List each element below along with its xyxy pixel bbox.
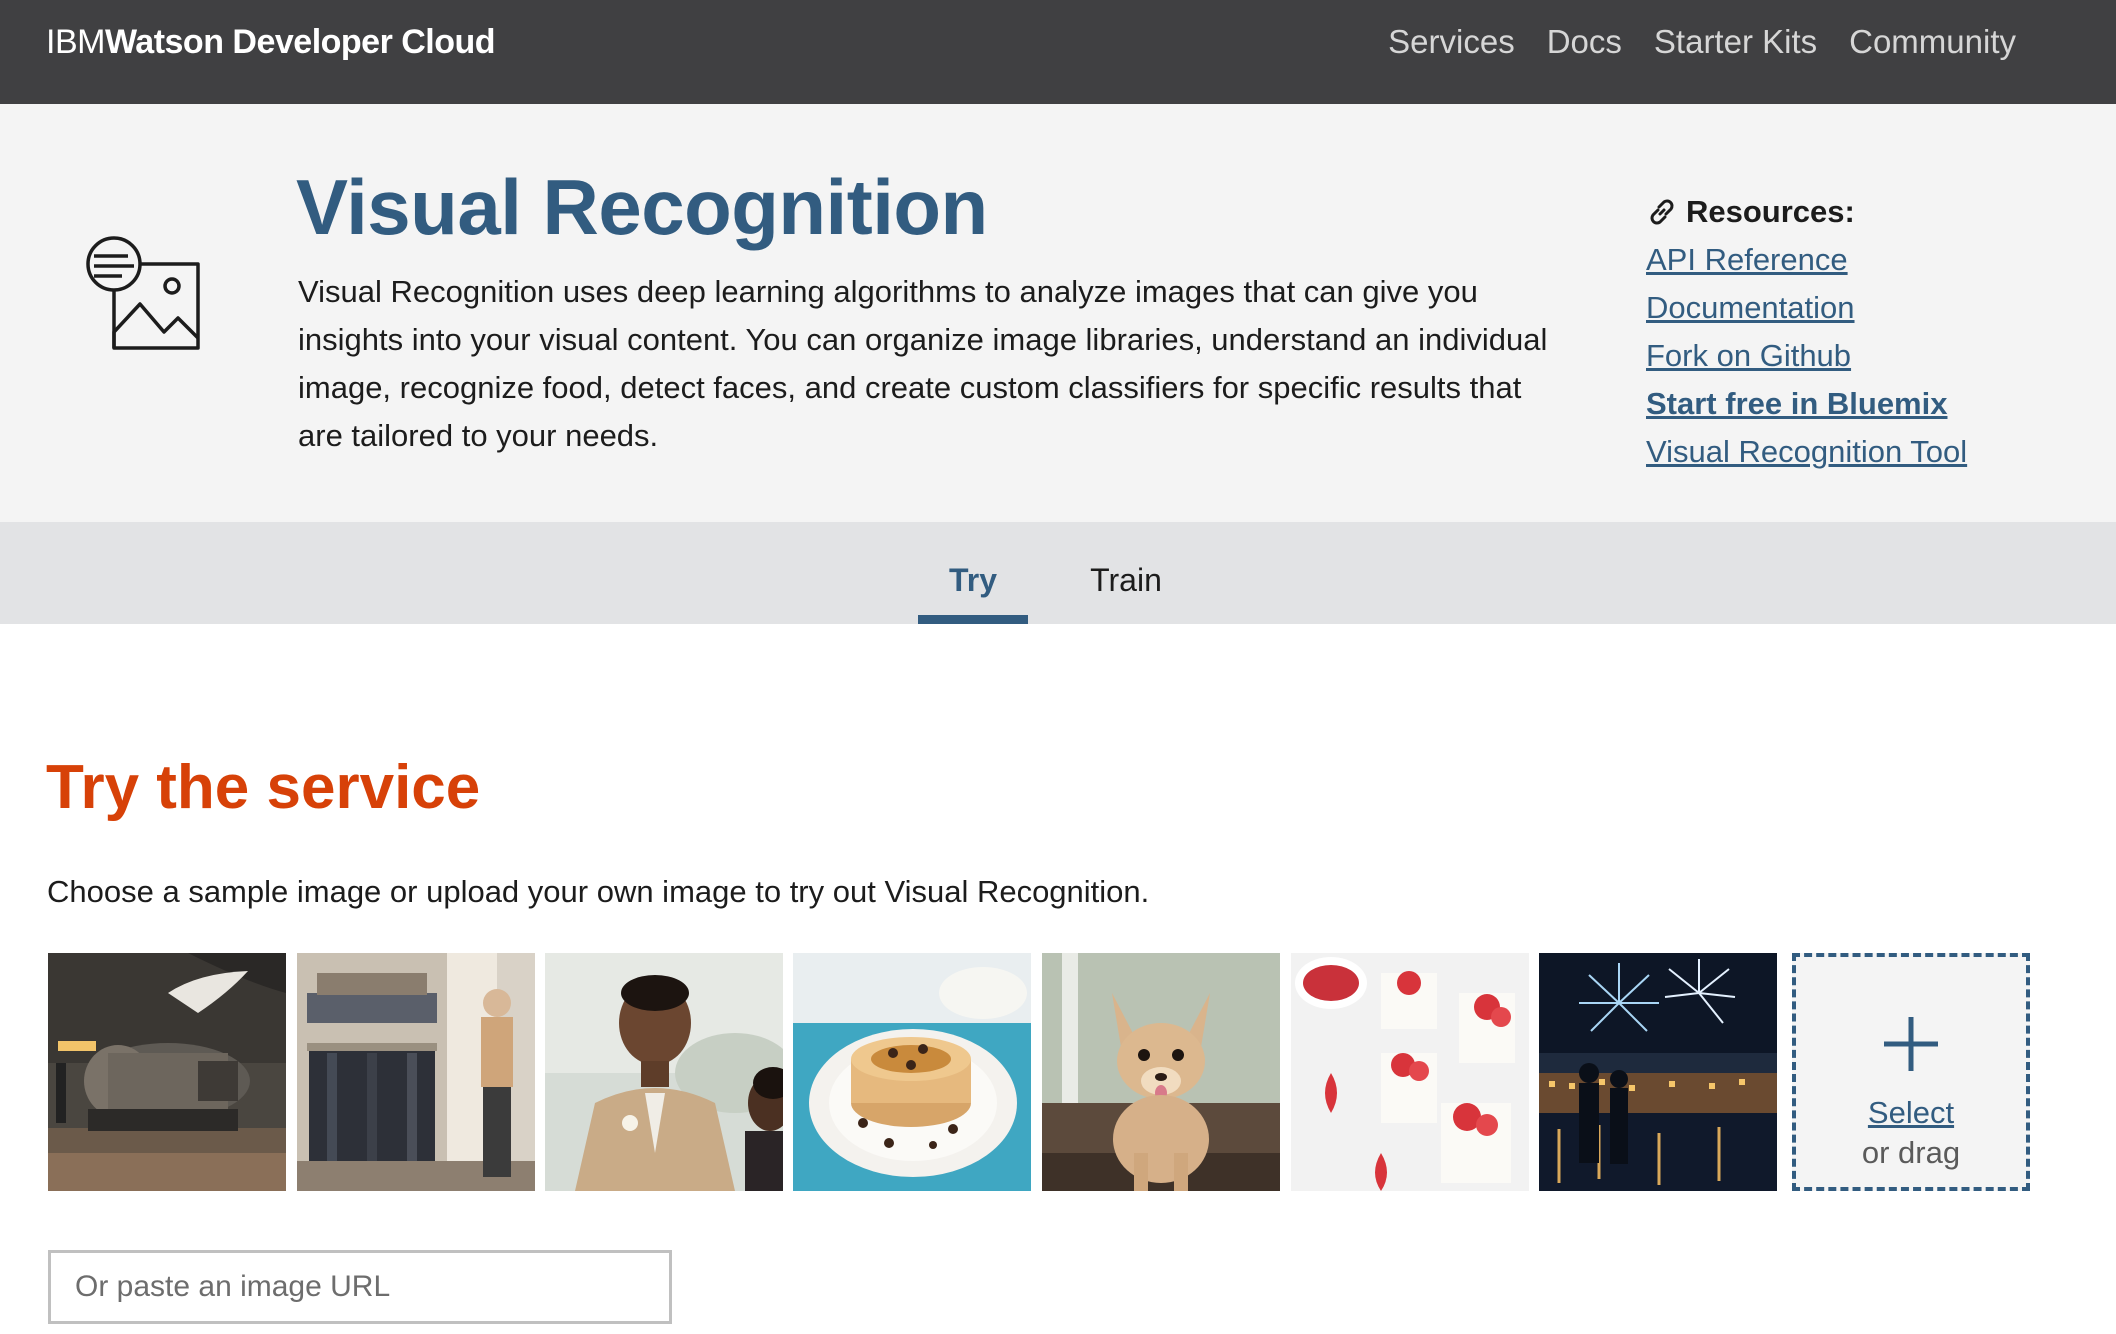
strawberry-desserts-image (1291, 953, 1529, 1191)
nav-link-community[interactable]: Community (1849, 23, 2016, 61)
nav-link-docs[interactable]: Docs (1547, 23, 1622, 61)
image-recognition-icon (86, 236, 200, 350)
sample-image-jet-engine[interactable] (48, 953, 286, 1191)
tab-try[interactable]: Try (918, 522, 1028, 624)
section-title: Try the service (46, 753, 481, 822)
jet-engine-image (48, 953, 286, 1191)
sample-image-clothing-store[interactable] (297, 953, 535, 1191)
sample-image-fireworks-harbor[interactable] (1539, 953, 1777, 1191)
sample-image-pancakes[interactable] (793, 953, 1031, 1191)
drag-hint: or drag (1861, 1135, 1961, 1170)
sample-image-couple-portrait[interactable] (545, 953, 783, 1191)
resource-link-documentation[interactable]: Documentation (1646, 284, 2066, 332)
nav-link-starter-kits[interactable]: Starter Kits (1654, 23, 1817, 61)
plus-icon (1884, 1017, 1938, 1071)
select-file-link[interactable]: Select (1796, 1095, 2026, 1131)
hero-description: Visual Recognition uses deep learning al… (298, 274, 1548, 453)
pancakes-image (793, 953, 1031, 1191)
brand-prefix: IBM (46, 23, 105, 61)
link-icon (1650, 199, 1674, 225)
resources-panel: Resources: API Reference Documentation F… (1646, 188, 2066, 476)
resource-link-visual-recognition-tool[interactable]: Visual Recognition Tool (1646, 428, 2066, 476)
resources-heading-label: Resources: (1686, 194, 1855, 229)
main-nav: Services Docs Starter Kits Community (1356, 0, 2016, 84)
nav-link-services[interactable]: Services (1388, 23, 1515, 61)
clothing-store-image (297, 953, 535, 1191)
tab-bar: Try Train (0, 522, 2116, 624)
upload-dropzone[interactable]: Select or drag (1792, 953, 2030, 1191)
tab-train[interactable]: Train (1076, 522, 1176, 624)
resource-link-fork-on-github[interactable]: Fork on Github (1646, 332, 2066, 380)
brand-logo[interactable]: IBMWatson Developer Cloud (46, 0, 496, 104)
image-url-input[interactable] (48, 1250, 672, 1324)
page-title: Visual Recognition (296, 163, 988, 251)
fireworks-harbor-image (1539, 953, 1777, 1191)
brand-name: Watson Developer Cloud (104, 23, 496, 61)
sample-image-chihuahua-dog[interactable] (1042, 953, 1280, 1191)
top-nav: IBMWatson Developer Cloud Services Docs … (0, 0, 2116, 104)
sample-image-strawberry-desserts[interactable] (1291, 953, 1529, 1191)
section-description: Choose a sample image or upload your own… (47, 874, 1150, 909)
hero-section: Visual Recognition Visual Recognition us… (0, 104, 2116, 522)
resource-link-start-free-bluemix[interactable]: Start free in Bluemix (1646, 380, 2066, 428)
couple-portrait-image (545, 953, 783, 1191)
chihuahua-dog-image (1042, 953, 1280, 1191)
resource-link-api-reference[interactable]: API Reference (1646, 236, 2066, 284)
resources-heading: Resources: (1646, 188, 2066, 236)
